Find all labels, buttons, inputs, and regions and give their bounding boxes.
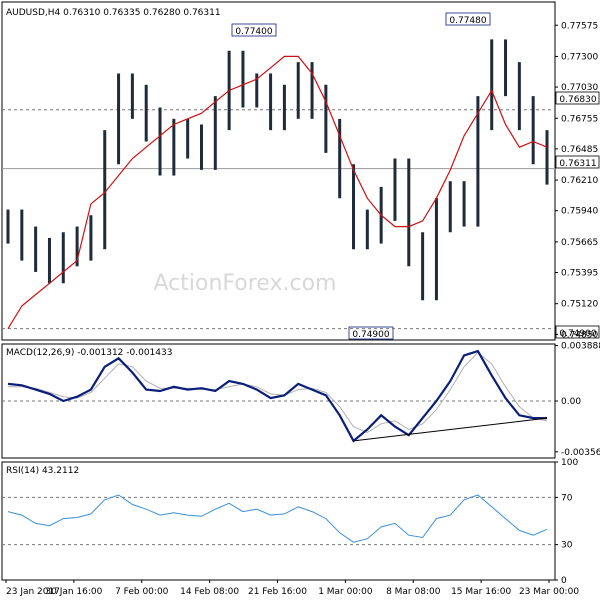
price-panel-title: AUDUSD,H4 0.76310 0.76335 0.76280 0.7631… bbox=[6, 8, 221, 18]
chart-stage: ActionForex.com AUDUSD,H4 0.76310 0.7633… bbox=[0, 0, 600, 600]
rsi-tick-label: 30 bbox=[561, 541, 573, 551]
price-tick-label: 0.75665 bbox=[561, 238, 598, 248]
price-tick-label: 0.75940 bbox=[561, 207, 598, 217]
label-high-2: 0.77480 bbox=[445, 12, 491, 26]
svg-text:0.76311: 0.76311 bbox=[559, 159, 596, 169]
rsi-y-ticks: 100 70 30 0 bbox=[555, 458, 578, 586]
x-tick-label: 23 Mar 00:00 bbox=[519, 587, 579, 597]
label-high-1: 0.77400 bbox=[231, 23, 277, 37]
macd-tick-label: 0.00 bbox=[561, 397, 581, 407]
macd-signal-line bbox=[8, 351, 548, 433]
right-label-dash: 0.76830 bbox=[555, 91, 600, 105]
rsi-tick-label: 70 bbox=[561, 493, 573, 503]
x-tick-label: 15 Mar 16:00 bbox=[451, 587, 511, 597]
right-label-last: 0.76311 bbox=[555, 155, 600, 169]
price-tick-label: 0.75120 bbox=[561, 300, 598, 310]
rsi-tick-label: 100 bbox=[561, 458, 578, 468]
x-axis-labels: 23 Jan 201730 Jan 16:00 7 Feb 00:00 14 Feb… bbox=[5, 580, 579, 597]
price-tick-label: 0.74850 bbox=[561, 330, 598, 340]
price-y-ticks: 0.77575 0.77300 0.77030 0.76755 0.76485 0.762… bbox=[555, 21, 598, 340]
x-tick-label: 21 Feb 16:00 bbox=[248, 587, 307, 597]
price-tick-label: 0.77575 bbox=[561, 21, 598, 31]
macd-trendline bbox=[353, 417, 548, 442]
macd-panel-title: MACD(12,26,9) -0.001312 -0.001433 bbox=[6, 348, 172, 358]
x-tick-label: 7 Feb 00:00 bbox=[115, 587, 169, 597]
forex-chart: ActionForex.com AUDUSD,H4 0.76310 0.7633… bbox=[1, 1, 600, 597]
x-tick-label: 8 Mar 08:00 bbox=[386, 587, 441, 597]
price-tick-label: 0.77030 bbox=[561, 83, 598, 93]
price-tick-label: 0.76485 bbox=[561, 145, 598, 155]
price-tick-label: 0.77300 bbox=[561, 52, 598, 62]
svg-text:0.77400: 0.77400 bbox=[235, 27, 272, 37]
rsi-line bbox=[7, 494, 548, 543]
svg-text:0.74900: 0.74900 bbox=[352, 330, 389, 340]
macd-tick-label: 0.003888 bbox=[561, 342, 600, 352]
x-tick-label: 1 Mar 00:00 bbox=[318, 587, 373, 597]
rsi-plot bbox=[2, 494, 555, 546]
rsi-frame bbox=[1, 461, 556, 581]
x-tick-label: 14 Feb 08:00 bbox=[180, 587, 239, 597]
price-tick-label: 0.76755 bbox=[561, 114, 598, 124]
rsi-panel-title: RSI(14) 43.2112 bbox=[6, 466, 79, 476]
svg-text:0.77480: 0.77480 bbox=[449, 16, 486, 26]
svg-text:0.76830: 0.76830 bbox=[559, 95, 596, 105]
macd-y-ticks: 0.003888 0.00 -0.003564 bbox=[555, 342, 600, 458]
macd-plot bbox=[2, 349, 555, 443]
rsi-tick-label: 0 bbox=[561, 576, 567, 586]
x-tick-label: 30 Jan 16:00 bbox=[45, 587, 102, 597]
price-tick-label: 0.75395 bbox=[561, 269, 598, 279]
price-tick-label: 0.76210 bbox=[561, 176, 598, 186]
macd-tick-label: -0.003564 bbox=[561, 448, 600, 458]
watermark-text: ActionForex.com bbox=[154, 271, 337, 296]
